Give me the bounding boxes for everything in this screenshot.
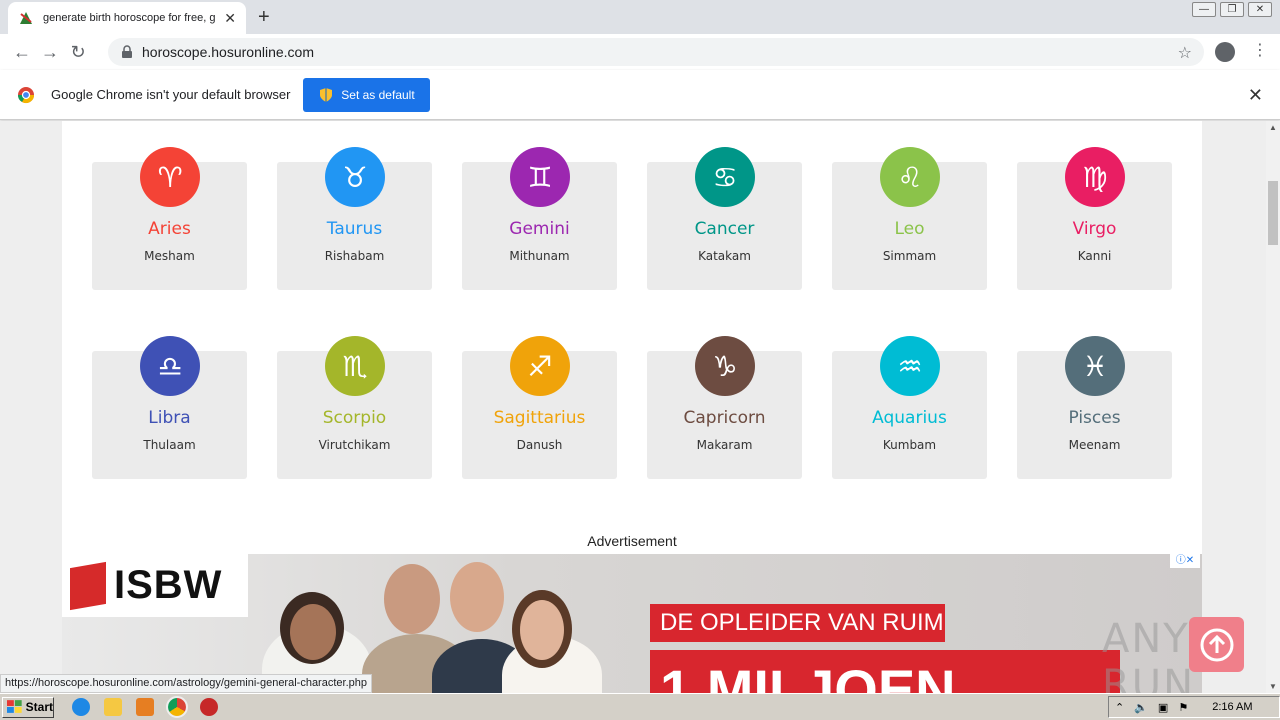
new-tab-button[interactable]: + [258,6,270,29]
system-tray: ⌃ 🔈 ▣ ⚑ 2:16 AM [1108,696,1280,718]
isbw-logo: ISBW [62,554,248,617]
site-favicon-icon [20,12,32,24]
sign-local-name: Thulaam [143,438,196,452]
network-icon[interactable]: ▣ [1158,701,1168,714]
sign-name[interactable]: Leo [832,219,987,239]
media-player-icon[interactable] [136,698,154,716]
back-button[interactable]: ← [8,42,36,63]
arrow-up-icon [1200,628,1233,661]
sign-local-name: Makaram [696,438,753,452]
infobar-close-icon[interactable]: ✕ [1248,85,1263,106]
sign-local-name: Meenam [1068,438,1121,452]
sign-local-name: Simmam [882,249,937,263]
ie-icon[interactable] [72,698,90,716]
scrollbar-thumb[interactable] [1268,181,1278,245]
address-bar[interactable]: horoscope.hosuronline.com ☆ [108,38,1204,66]
reload-button[interactable]: ↻ [64,42,92,63]
default-browser-infobar: Google Chrome isn't your default browser… [0,70,1280,120]
ad-person-2-face [384,564,440,634]
tab-title: generate birth horoscope for free, g [43,12,216,24]
restore-button[interactable]: ❐ [1220,2,1244,17]
sign-local-name: Kanni [1077,249,1112,263]
volume-icon[interactable]: 🔈 [1134,701,1148,714]
menu-kebab-icon[interactable]: ⋮ [1252,40,1268,60]
opera-icon[interactable] [200,698,218,716]
sign-name[interactable]: Taurus [277,219,432,239]
sign-local-name: Mesham [144,249,195,263]
infobar-message: Google Chrome isn't your default browser [51,87,291,102]
sign-local-name: Rishabam [324,249,385,263]
page-content: ♈ Aries Mesham ♉ Taurus Rishabam ♊ Gemini Mithun… [62,121,1244,693]
chrome-logo-icon [17,86,35,103]
start-button[interactable]: Start [2,696,54,718]
adchoices-icon[interactable]: ⓘ✕ [1170,554,1200,568]
gemini-icon[interactable]: ♊ [510,147,570,207]
ad-person-1-face [290,604,336,660]
tab-strip: generate birth horoscope for free, g ✕ +… [0,0,1280,34]
sign-local-name: Mithunam [509,249,570,263]
browser-tab[interactable]: generate birth horoscope for free, g ✕ [8,2,246,34]
sign-local-name: Kumbam [882,438,937,452]
set-as-default-button[interactable]: Set as default [303,77,431,112]
ad-person-3-face [450,562,504,632]
sign-name[interactable]: Libra [92,408,247,428]
profile-avatar-icon[interactable] [1215,42,1235,62]
sign-name[interactable]: Scorpio [277,408,432,428]
chrome-taskbar-icon[interactable] [166,696,188,718]
tray-chevron-icon[interactable]: ⌃ [1115,701,1124,714]
advertisement-label: Advertisement [587,533,677,549]
pisces-icon[interactable]: ♓ [1065,336,1125,396]
windows-taskbar: Start ⌃ 🔈 ▣ ⚑ 2:16 AM [0,693,1280,720]
bookmark-star-icon[interactable]: ☆ [1178,43,1192,63]
scorpio-icon[interactable]: ♏ [325,336,385,396]
vertical-scrollbar[interactable]: ▲ ▼ [1266,121,1280,693]
sign-name[interactable]: Aries [92,219,247,239]
sagittarius-icon[interactable]: ♐ [510,336,570,396]
browser-toolbar: ← → ↻ horoscope.hosuronline.com ☆ [0,34,1280,70]
sign-name[interactable]: Aquarius [832,408,987,428]
ad-banner[interactable]: ISBW DE OPLEIDER VAN RUIM 1 MILJOEN ⓘ✕ [62,554,1202,693]
minimize-button[interactable]: — [1192,2,1216,17]
isbw-logo-text: ISBW [114,563,223,607]
sign-local-name: Katakam [698,249,751,263]
windows-logo-icon [7,700,22,713]
anyrun-watermark: ANY RUN [1102,616,1195,693]
status-url-bubble: https://horoscope.hosuronline.com/astrol… [0,674,372,693]
ad-headline-1: DE OPLEIDER VAN RUIM [650,604,945,642]
capricorn-icon[interactable]: ♑ [695,336,755,396]
page-viewport: ♈ Aries Mesham ♉ Taurus Rishabam ♊ Gemini Mithun… [0,121,1266,693]
sign-name[interactable]: Capricorn [647,408,802,428]
folder-icon[interactable] [104,698,122,716]
sign-name[interactable]: Virgo [1017,219,1172,239]
shield-icon [320,87,333,102]
sign-name[interactable]: Sagittarius [462,408,617,428]
sign-name[interactable]: Pisces [1017,408,1172,428]
virgo-icon[interactable]: ♍ [1065,147,1125,207]
scroll-up-arrow-icon[interactable]: ▲ [1269,123,1277,132]
cancer-icon[interactable]: ♋ [695,147,755,207]
aquarius-icon[interactable]: ♒ [880,336,940,396]
aries-icon[interactable]: ♈ [140,147,200,207]
ad-headline-2: 1 MILJOEN [650,650,1120,693]
sign-name[interactable]: Cancer [647,219,802,239]
start-label: Start [25,700,53,714]
clock: 2:16 AM [1212,701,1253,713]
flag-icon[interactable]: ⚑ [1178,701,1188,714]
taurus-icon[interactable]: ♉ [325,147,385,207]
forward-button[interactable]: → [36,42,64,63]
close-window-button[interactable]: ✕ [1248,2,1272,17]
set-as-default-label: Set as default [341,87,415,102]
isbw-logo-mark-icon [70,561,106,610]
lock-icon [122,45,132,58]
sign-local-name: Virutchikam [318,438,391,452]
ad-person-4-face [520,600,564,660]
url-text: horoscope.hosuronline.com [142,44,314,60]
sign-local-name: Danush [516,438,563,452]
libra-icon[interactable]: ♎ [140,336,200,396]
scroll-to-top-button[interactable] [1189,617,1244,672]
tab-close-icon[interactable]: ✕ [224,10,236,27]
scroll-down-arrow-icon[interactable]: ▼ [1269,682,1277,691]
sign-name[interactable]: Gemini [462,219,617,239]
leo-icon[interactable]: ♌ [880,147,940,207]
